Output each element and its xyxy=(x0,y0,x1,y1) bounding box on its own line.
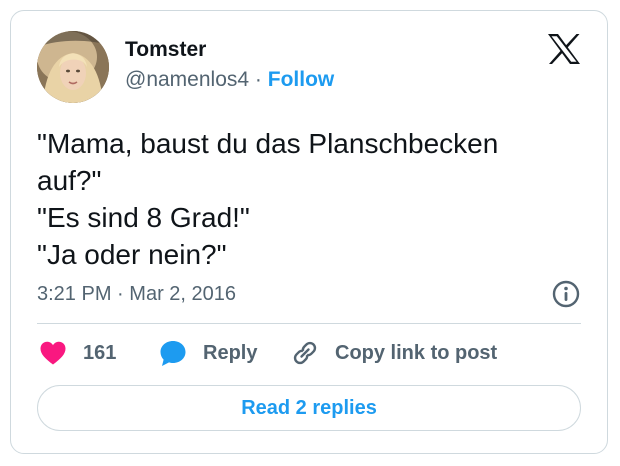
tweet-line: auf?" xyxy=(37,165,102,196)
tweet-timestamp[interactable]: 3:21 PM · Mar 2, 2016 xyxy=(37,281,236,307)
handle-separator: · xyxy=(254,68,262,91)
tweet-header: Tomster @namenlos4 · Follow xyxy=(37,31,581,105)
follow-button[interactable]: Follow xyxy=(268,68,335,91)
reply-bubble-icon xyxy=(160,341,186,366)
timestamp-separator: · xyxy=(117,283,124,305)
tweet-line: "Es sind 8 Grad!" xyxy=(37,202,250,233)
tweet-text: "Mama, baust du das Planschbecken auf?" … xyxy=(37,125,577,273)
tweet-card: Tomster @namenlos4 · Follow "Mama, baust… xyxy=(10,10,608,454)
read-replies-button[interactable]: Read 2 replies xyxy=(37,385,581,431)
link-icon xyxy=(293,341,317,365)
heart-icon xyxy=(40,341,66,365)
tweet-line: "Mama, baust du das Planschbecken xyxy=(37,128,499,159)
display-name[interactable]: Tomster xyxy=(125,37,334,63)
avatar[interactable] xyxy=(37,31,109,103)
like-button[interactable]: 161 xyxy=(39,337,116,369)
reply-label: Reply xyxy=(203,341,258,364)
action-bar: 161 Reply Copy link to post xyxy=(37,337,581,369)
copy-link-label: Copy link to post xyxy=(335,341,498,364)
tweet-time: 3:21 PM xyxy=(37,283,112,305)
user-info: Tomster @namenlos4 · Follow xyxy=(125,37,334,93)
tweet-line: "Ja oder nein?" xyxy=(37,239,227,270)
like-count: 161 xyxy=(83,341,117,364)
copy-link-button[interactable]: Copy link to post xyxy=(291,337,497,369)
avatar-image xyxy=(37,31,109,103)
divider xyxy=(37,323,581,324)
reply-button[interactable]: Reply xyxy=(159,337,257,369)
user-handle[interactable]: @namenlos4 xyxy=(125,68,249,91)
handle-row: @namenlos4 · Follow xyxy=(125,67,334,93)
x-logo-icon[interactable] xyxy=(547,33,581,65)
info-icon[interactable] xyxy=(551,279,581,309)
tweet-date: Mar 2, 2016 xyxy=(129,283,237,305)
